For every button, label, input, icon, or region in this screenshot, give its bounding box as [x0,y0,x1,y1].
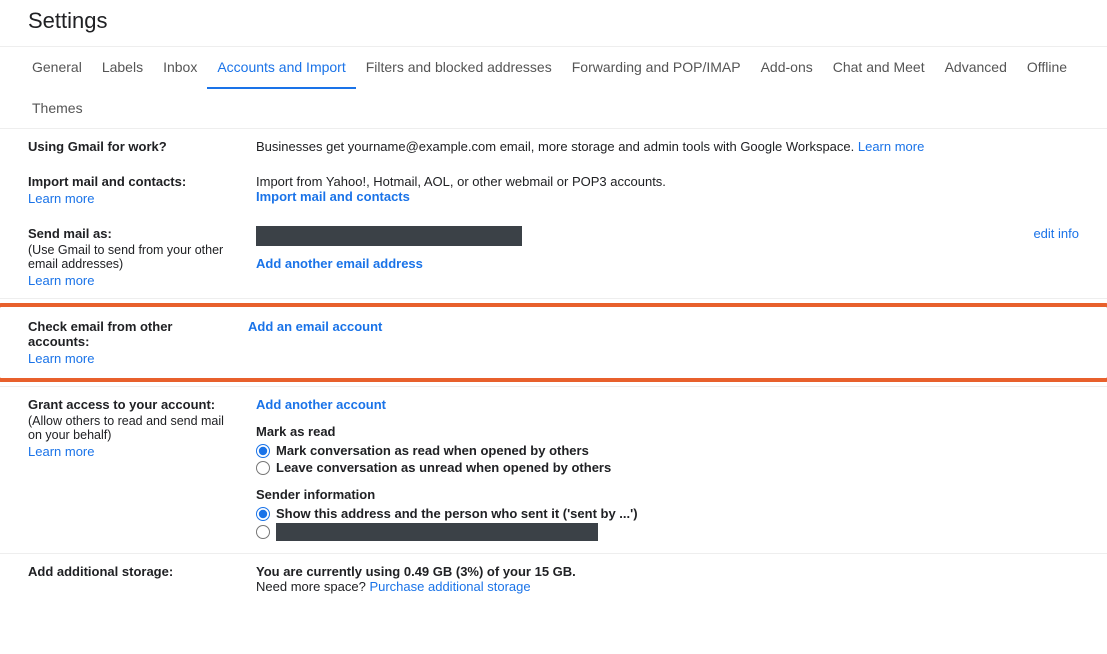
add-email-account-link[interactable]: Add an email account [248,319,382,334]
section-sendas-sub: (Use Gmail to send from your other email… [28,243,236,271]
mark-read-label: Mark conversation as read when opened by… [276,443,589,458]
sender-show-label: Show this address and the person who sen… [276,506,638,521]
tab-accounts-import[interactable]: Accounts and Import [207,47,355,89]
purchase-storage-link[interactable]: Purchase additional storage [369,579,530,594]
page-title: Settings [0,0,1107,46]
import-learn-more-link[interactable]: Learn more [28,191,94,206]
mark-unread-label: Leave conversation as unread when opened… [276,460,611,475]
tab-forwarding[interactable]: Forwarding and POP/IMAP [562,47,751,88]
storage-need-more: Need more space? [256,579,369,594]
add-another-account-link[interactable]: Add another account [256,397,386,412]
check-learn-more-link[interactable]: Learn more [28,351,94,366]
tab-labels[interactable]: Labels [92,47,153,88]
work-learn-more-link[interactable]: Learn more [858,139,924,154]
tab-general[interactable]: General [22,47,92,88]
grant-learn-more-link[interactable]: Learn more [28,444,94,459]
tab-chat-meet[interactable]: Chat and Meet [823,47,935,88]
section-grant-title: Grant access to your account: [28,397,236,412]
mark-as-read-title: Mark as read [256,424,1079,439]
sender-show-radio[interactable] [256,507,270,521]
section-storage-title: Add additional storage: [28,564,236,579]
section-check-title: Check email from other accounts: [28,319,228,349]
sender-info-title: Sender information [256,487,1079,502]
import-mail-contacts-link[interactable]: Import mail and contacts [256,189,410,204]
mark-unread-radio[interactable] [256,461,270,475]
section-import-title: Import mail and contacts: [28,174,236,189]
tab-advanced[interactable]: Advanced [935,47,1017,88]
sendas-learn-more-link[interactable]: Learn more [28,273,94,288]
section-import-desc: Import from Yahoo!, Hotmail, AOL, or oth… [256,174,1079,189]
tab-addons[interactable]: Add-ons [751,47,823,88]
sendas-edit-info-link[interactable]: edit info [1033,226,1079,241]
storage-usage: You are currently using 0.49 GB (3%) of … [256,564,1079,579]
settings-tabs: General Labels Inbox Accounts and Import… [0,46,1107,129]
section-work-title: Using Gmail for work? [28,139,167,154]
sender-redacted-option [276,523,598,541]
tab-inbox[interactable]: Inbox [153,47,207,88]
section-work-desc: Businesses get yourname@example.com emai… [256,139,858,154]
sendas-redacted-email [256,226,522,246]
add-another-email-link[interactable]: Add another email address [256,256,423,271]
sender-hide-radio[interactable] [256,525,270,539]
tab-themes[interactable]: Themes [22,88,93,128]
tab-offline[interactable]: Offline [1017,47,1077,88]
section-grant-sub: (Allow others to read and send mail on y… [28,414,236,442]
check-email-highlight: Check email from other accounts: Learn m… [0,303,1107,382]
tab-filters[interactable]: Filters and blocked addresses [356,47,562,88]
mark-read-radio[interactable] [256,444,270,458]
section-sendas-title: Send mail as: [28,226,236,241]
